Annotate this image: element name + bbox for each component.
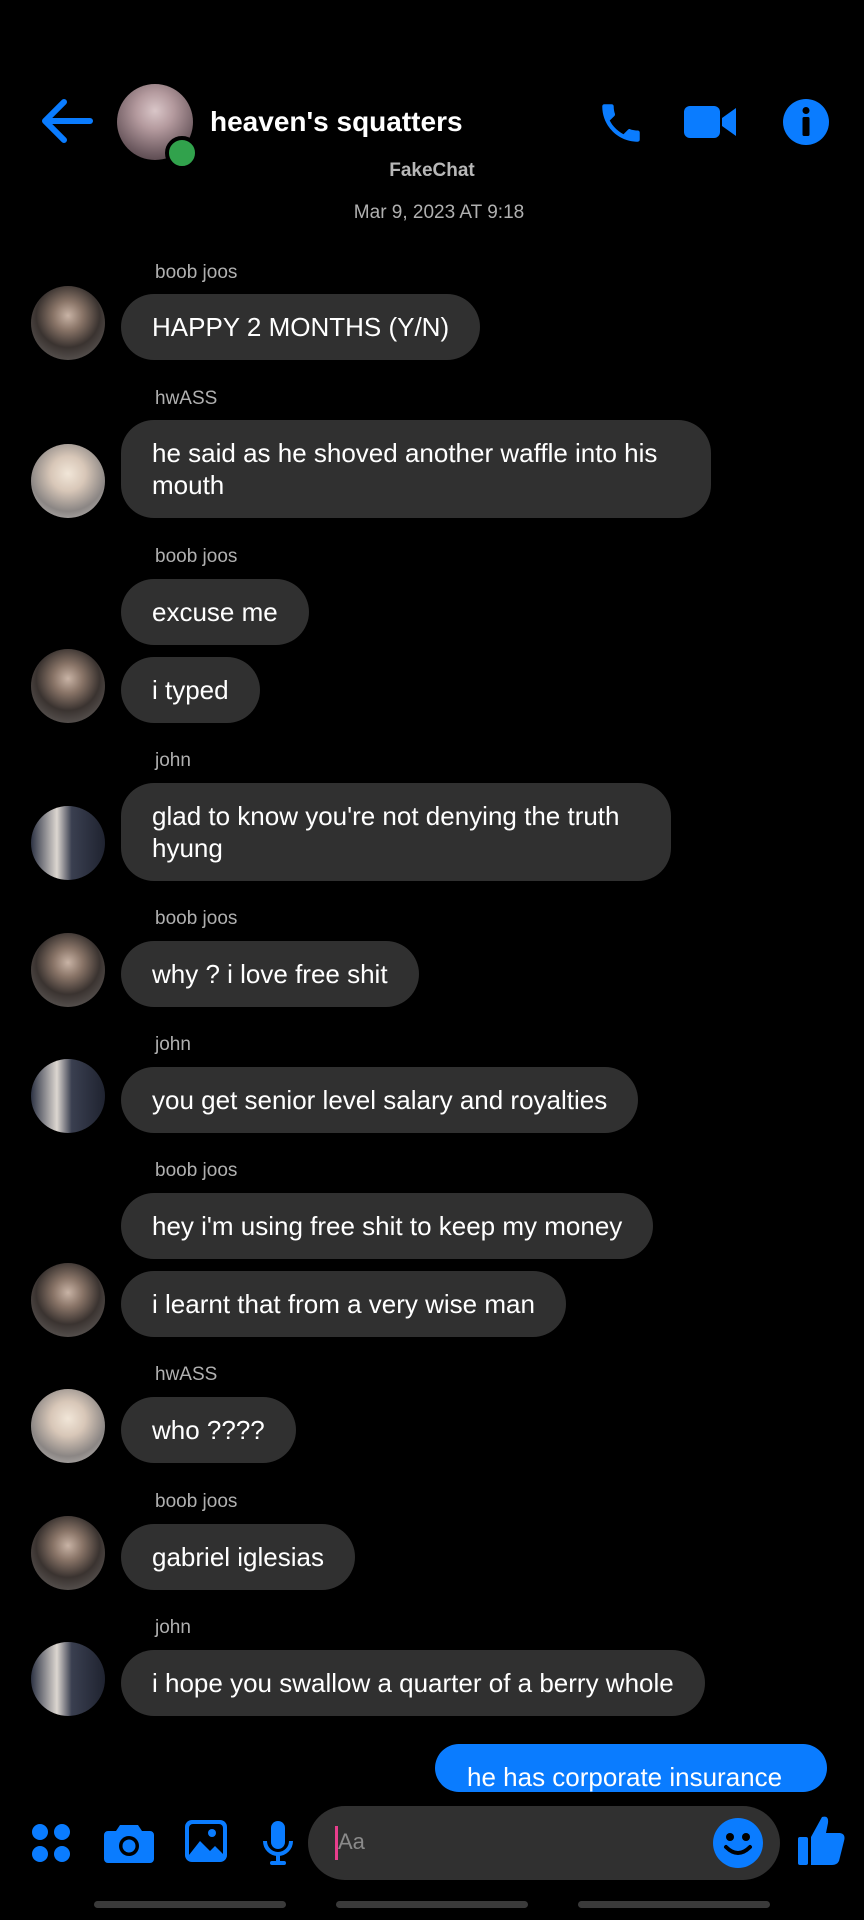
message-bubble[interactable]: glad to know you're not denying the trut…	[121, 783, 671, 881]
avatar[interactable]	[31, 1059, 105, 1133]
message-bubble[interactable]: who ????	[121, 1397, 296, 1463]
message-bubble[interactable]: HAPPY 2 MONTHS (Y/N)	[121, 294, 481, 360]
watermark: FakeChat	[389, 160, 475, 181]
avatar[interactable]	[31, 1516, 105, 1590]
sender-name: boob joos	[155, 1491, 238, 1512]
chat-title[interactable]: heaven's squatters	[210, 106, 463, 138]
camera-icon[interactable]	[104, 1821, 154, 1870]
info-icon[interactable]	[782, 98, 830, 151]
nav-bar-segment	[578, 1901, 770, 1908]
outgoing-message-bubble[interactable]: he has corporate insurance	[435, 1744, 827, 1792]
avatar[interactable]	[31, 1642, 105, 1716]
message-bubble[interactable]: hey i'm using free shit to keep my money	[121, 1193, 654, 1259]
avatar[interactable]	[31, 286, 105, 360]
avatar[interactable]	[31, 1263, 105, 1337]
sender-name: boob joos	[155, 546, 238, 567]
sender-name: hwASS	[155, 1364, 218, 1385]
conversation-date: Mar 9, 2023 AT 9:18	[353, 202, 525, 223]
microphone-icon[interactable]	[262, 1819, 294, 1872]
message-input[interactable]	[308, 1806, 780, 1880]
message-bubble[interactable]: excuse me	[121, 579, 309, 645]
thumbs-up-icon[interactable]	[796, 1813, 846, 1874]
phone-icon[interactable]	[595, 98, 647, 153]
avatar[interactable]	[31, 444, 105, 518]
apps-grid-icon[interactable]	[30, 1822, 72, 1869]
message-bubble[interactable]: you get senior level salary and royaltie…	[121, 1067, 639, 1133]
message-bubble[interactable]: i typed	[121, 657, 260, 723]
message-bubble[interactable]: i learnt that from a very wise man	[121, 1271, 566, 1337]
sender-name: john	[155, 750, 191, 771]
image-icon[interactable]	[184, 1819, 228, 1868]
nav-bar-segment	[336, 1901, 528, 1908]
sender-name: boob joos	[155, 262, 238, 283]
video-camera-icon[interactable]	[682, 98, 738, 151]
message-bubble[interactable]: why ? i love free shit	[121, 941, 419, 1007]
chat-header: heaven's squatters FakeChat Mar 9, 2023 …	[0, 0, 864, 230]
sender-name: john	[155, 1617, 191, 1638]
sender-name: hwASS	[155, 388, 218, 409]
nav-bar-segment	[94, 1901, 286, 1908]
message-bubble[interactable]: gabriel iglesias	[121, 1524, 355, 1590]
sender-name: john	[155, 1034, 191, 1055]
message-bubble[interactable]: i hope you swallow a quarter of a berry …	[121, 1650, 705, 1716]
message-input-placeholder: Aa	[338, 1829, 365, 1854]
emoji-icon[interactable]	[712, 1817, 764, 1874]
avatar[interactable]	[31, 1389, 105, 1463]
sender-name: boob joos	[155, 1160, 238, 1181]
sender-name: boob joos	[155, 908, 238, 929]
avatar[interactable]	[31, 806, 105, 880]
back-arrow-icon[interactable]	[40, 98, 94, 144]
message-bubble[interactable]: he said as he shoved another waffle into…	[121, 420, 711, 518]
avatar[interactable]	[31, 649, 105, 723]
avatar[interactable]	[31, 933, 105, 1007]
